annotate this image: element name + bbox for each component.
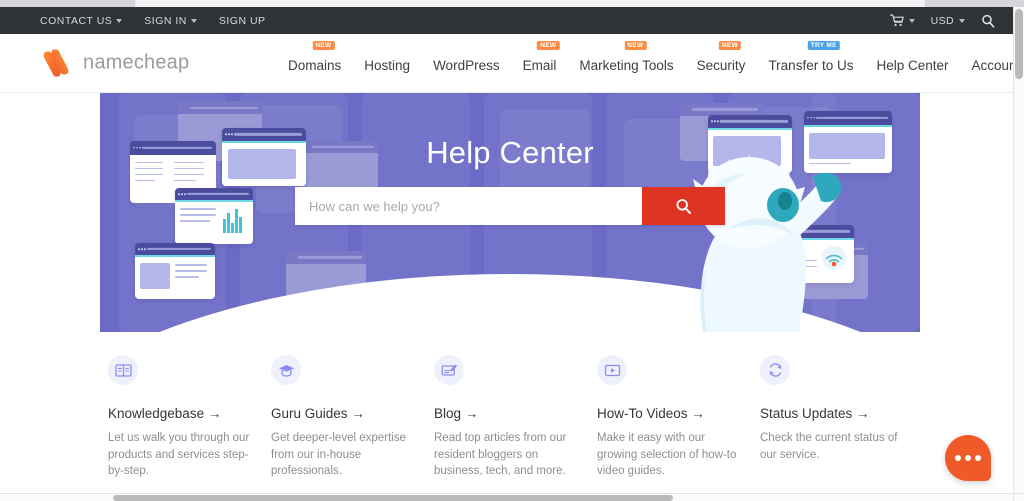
currency-label: USD [930, 14, 954, 27]
nav-badge-new: NEW [624, 41, 647, 50]
card-desc-guru-guides: Get deeper-level expertise from our in-h… [271, 432, 406, 478]
nav-label-account: Account [971, 58, 1013, 73]
graduation-cap-icon [278, 364, 294, 377]
utility-bar-left-links: CONTACT US SIGN IN SIGN UP [40, 15, 266, 27]
card-title-status-updates[interactable]: Status Updates → [760, 406, 905, 421]
page-viewport: CONTACT US SIGN IN SIGN UP USD namecheap… [0, 7, 1013, 493]
scrollbar-corner [1013, 493, 1024, 501]
nav-item-wordpress[interactable]: WordPress [433, 54, 500, 73]
nav-label-marketing-tools: Marketing Tools [579, 58, 674, 73]
chevron-down-icon [116, 18, 123, 23]
card-icon-wrapper [760, 355, 790, 385]
nav-badge-new: NEW [312, 41, 335, 50]
card-blog[interactable]: Blog → Read top articles from our reside… [434, 355, 597, 480]
chat-dot [955, 455, 961, 461]
card-desc-knowledgebase: Let us walk you through our products and… [108, 432, 250, 478]
card-title-guru-guides[interactable]: Guru Guides → [271, 406, 416, 421]
contact-us-menu[interactable]: CONTACT US [40, 14, 123, 27]
utility-bar-right-controls: USD [889, 7, 995, 34]
help-center-search [295, 187, 725, 225]
nav-item-transfer-to-us[interactable]: TRY ME Transfer to Us [768, 41, 854, 73]
nav-label-wordpress: WordPress [433, 58, 500, 73]
card-status-updates[interactable]: Status Updates → Check the current statu… [760, 355, 923, 480]
nav-label-security: Security [696, 58, 746, 73]
card-icon-wrapper [108, 355, 138, 385]
browser-window-illustration [135, 243, 215, 299]
search-icon [676, 198, 691, 214]
nav-badge-try-me: TRY ME [807, 41, 840, 50]
chat-dot [965, 455, 971, 461]
nav-item-help-center[interactable]: Help Center [876, 54, 948, 73]
card-icon-wrapper [434, 355, 464, 385]
card-how-to-videos[interactable]: How-To Videos → Make it easy with our gr… [597, 355, 760, 480]
chat-bubble-button[interactable] [945, 435, 991, 481]
cart-menu[interactable] [889, 14, 915, 27]
nav-item-account[interactable]: Account [972, 54, 1013, 73]
card-icon-wrapper [597, 355, 627, 385]
nav-item-security[interactable]: NEW Security [696, 41, 746, 73]
card-desc-status-updates: Check the current status of our service. [760, 432, 898, 461]
utility-bar: CONTACT US SIGN IN SIGN UP USD [0, 7, 1013, 34]
open-book-icon [114, 363, 132, 377]
nav-label-help-center: Help Center [876, 58, 949, 73]
nav-item-domains[interactable]: NEW Domains [288, 41, 342, 73]
card-knowledgebase[interactable]: Knowledgebase → Let us walk you through … [108, 355, 271, 480]
contact-us-label: CONTACT US [40, 14, 113, 27]
chevron-down-icon [908, 18, 915, 23]
nav-badge-new: NEW [537, 41, 560, 50]
hero-section: Help Center [0, 93, 1013, 332]
card-desc-how-to-videos: Make it easy with our growing selection … [597, 432, 737, 478]
browser-chrome-top [0, 0, 1024, 7]
page-title: Help Center [426, 135, 594, 170]
card-title-knowledgebase[interactable]: Knowledgebase → [108, 406, 253, 421]
shopping-cart-icon [889, 14, 904, 27]
card-icon-wrapper [271, 355, 301, 385]
horizontal-scrollbar-thumb[interactable] [113, 495, 673, 501]
chat-dot [975, 455, 981, 461]
sign-up-label: SIGN UP [218, 14, 266, 27]
chevron-down-icon [959, 18, 965, 23]
card-guru-guides[interactable]: Guru Guides → Get deeper-level expertise… [271, 355, 434, 480]
sign-up-link[interactable]: SIGN UP [219, 15, 266, 27]
card-title-blog[interactable]: Blog → [434, 406, 579, 421]
sign-in-menu[interactable]: SIGN IN [144, 15, 197, 27]
hero-banner: Help Center [100, 93, 920, 332]
nav-item-marketing-tools[interactable]: NEW Marketing Tools [579, 41, 674, 73]
sign-in-label: SIGN IN [144, 14, 187, 27]
horizontal-scrollbar[interactable] [0, 493, 1013, 501]
search-submit-button[interactable] [642, 187, 725, 225]
search-input[interactable] [295, 187, 642, 225]
currency-selector[interactable]: USD [931, 15, 965, 27]
nav-label-domains: Domains [288, 58, 342, 73]
resource-cards-row: Knowledgebase → Let us walk you through … [0, 332, 1013, 480]
card-desc-blog: Read top articles from our resident blog… [434, 432, 567, 478]
nav-item-email[interactable]: NEW Email [522, 41, 560, 73]
namecheap-logo[interactable]: namecheap [38, 49, 190, 77]
nav-label-transfer-to-us: Transfer to Us [768, 58, 854, 73]
chevron-down-icon [190, 18, 197, 23]
pencil-edit-icon [441, 363, 457, 376]
nav-label-hosting: Hosting [364, 58, 411, 73]
nav-badge-new: NEW [718, 41, 741, 50]
main-navigation-bar: namecheap NEW Domains Hosting WordPress … [0, 34, 1013, 93]
vertical-scrollbar-thumb[interactable] [1015, 9, 1023, 79]
search-icon[interactable] [981, 14, 995, 28]
browser-tab-strip [135, 0, 925, 7]
refresh-sync-icon [769, 363, 781, 377]
brand-name: namecheap [83, 51, 190, 74]
namecheap-logo-icon [43, 49, 69, 77]
primary-nav-items: NEW Domains Hosting WordPress NEW Email … [288, 34, 1013, 93]
nav-item-hosting[interactable]: Hosting [364, 54, 410, 73]
vertical-scrollbar[interactable]: ▴ [1013, 7, 1024, 493]
browser-window-illustration [175, 188, 253, 244]
browser-screenshot: CONTACT US SIGN IN SIGN UP USD namecheap… [0, 0, 1024, 501]
nav-label-email: Email [522, 58, 557, 73]
play-video-icon [604, 364, 620, 376]
card-title-how-to-videos[interactable]: How-To Videos → [597, 406, 742, 421]
